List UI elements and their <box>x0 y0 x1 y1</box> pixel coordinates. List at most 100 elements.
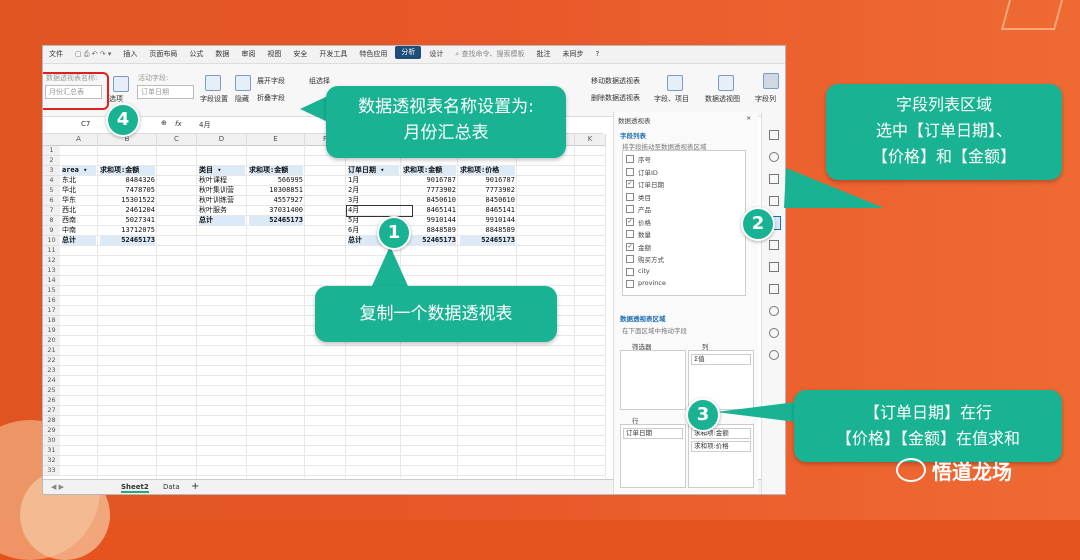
cell[interactable]: 7478705 <box>100 186 155 195</box>
field-checkbox[interactable] <box>626 167 634 176</box>
cell[interactable]: 8484326 <box>100 176 155 185</box>
delete-pivot-button[interactable]: 删除数据透视表 <box>591 93 640 103</box>
cell[interactable]: 秋叶训练营 <box>199 196 245 205</box>
field-settings-icon[interactable] <box>205 75 221 91</box>
cell[interactable]: 9016787 <box>460 176 515 185</box>
cell[interactable]: 总计 <box>62 236 96 245</box>
field-label[interactable]: 订单日期 <box>638 179 664 189</box>
hide-icon[interactable] <box>235 75 251 91</box>
field-checkbox[interactable] <box>626 205 634 213</box>
cell[interactable]: 9910144 <box>403 216 456 225</box>
field-checkbox[interactable] <box>626 230 634 238</box>
ribbon-tab[interactable]: 设计 <box>423 46 449 63</box>
cell-reference[interactable]: C7 <box>81 120 90 128</box>
cell[interactable]: 52465173 <box>249 216 303 225</box>
field-label[interactable]: 购买方式 <box>638 254 664 264</box>
group-selection-button[interactable]: 组选择 <box>309 76 330 86</box>
field-label[interactable]: 产品 <box>638 204 651 214</box>
filter-area[interactable] <box>620 350 686 410</box>
ribbon-tab[interactable]: 安全 <box>287 46 313 63</box>
cell[interactable]: 订单日期 ▾ <box>348 166 399 175</box>
fields-items-button[interactable]: 字段、项目 <box>654 94 689 104</box>
field-settings-button[interactable]: 字段设置 <box>200 94 228 104</box>
comment-button[interactable]: 批注 <box>531 46 557 63</box>
cell[interactable]: 西北 <box>62 206 96 215</box>
cell[interactable]: 秋叶服务 <box>199 206 245 215</box>
image-icon[interactable] <box>769 284 779 294</box>
cell[interactable]: 8450610 <box>403 196 456 205</box>
options-icon[interactable] <box>113 76 129 92</box>
search-box[interactable]: ⌕ 查找命令、搜索模板 <box>449 46 530 63</box>
cell[interactable]: 10308851 <box>249 186 303 195</box>
cell[interactable]: 中南 <box>62 226 96 235</box>
add-sheet-button[interactable]: + <box>191 481 199 492</box>
toolbar-quick-icons[interactable]: ▢ ⎙ ↶ ↷ ▾ <box>69 46 117 63</box>
help-circle-icon[interactable] <box>769 350 779 360</box>
close-icon[interactable]: × <box>746 114 751 122</box>
ribbon-tab[interactable]: 插入 <box>117 46 143 63</box>
cell[interactable]: area ▾ <box>62 166 96 175</box>
active-field-input[interactable]: 订单日期 <box>137 85 194 99</box>
field-label[interactable]: city <box>638 267 650 275</box>
hide-button[interactable]: 隐藏 <box>235 94 249 104</box>
cell[interactable]: 求和项:金额 <box>403 166 456 175</box>
field-checkbox[interactable] <box>626 155 634 163</box>
cursor-icon[interactable] <box>769 130 779 140</box>
cell[interactable]: 9016787 <box>403 176 456 185</box>
ribbon-tab[interactable]: 开发工具 <box>313 46 353 63</box>
move-pivot-button[interactable]: 移动数据透视表 <box>591 76 640 86</box>
cell[interactable]: 13712075 <box>100 226 155 235</box>
value-chip-price[interactable]: 求和项:价格 <box>691 441 751 452</box>
cell[interactable]: 52465173 <box>460 236 515 245</box>
pivot-chart-button[interactable]: 数据透视图 <box>705 94 740 104</box>
cell[interactable]: 8465141 <box>460 206 515 215</box>
field-checkbox[interactable]: ✓ <box>626 217 634 226</box>
field-label[interactable]: province <box>638 279 666 287</box>
pivot-chart-icon[interactable] <box>718 75 734 91</box>
sync-status[interactable]: 未同步 <box>557 46 590 63</box>
ribbon-tab[interactable]: 数据 <box>209 46 235 63</box>
cell[interactable]: 求和项:价格 <box>460 166 515 175</box>
field-label[interactable]: 序号 <box>638 154 651 164</box>
cell[interactable]: 2月 <box>348 186 399 195</box>
sheet-tab-data[interactable]: Data <box>163 483 180 491</box>
field-label[interactable]: 类目 <box>638 192 651 202</box>
cell[interactable]: 2461204 <box>100 206 155 215</box>
cell[interactable]: 秋叶集训营 <box>199 186 245 195</box>
ribbon-tab[interactable]: 审阅 <box>235 46 261 63</box>
field-checkbox[interactable] <box>626 192 634 201</box>
cell[interactable]: 西南 <box>62 216 96 225</box>
row-value-chip[interactable]: 订单日期 <box>623 428 683 439</box>
fields-items-icon[interactable] <box>667 75 683 91</box>
cell[interactable]: 求和项:金额 <box>100 166 155 175</box>
formula-value[interactable]: 4月 <box>199 120 210 130</box>
pivot-name-input[interactable]: 月份汇总表 <box>45 85 102 99</box>
cell[interactable]: 8848589 <box>460 226 515 235</box>
cell[interactable]: 52465173 <box>403 236 456 245</box>
cell[interactable]: 566995 <box>249 176 303 185</box>
sheet-nav-arrows[interactable]: ◀ ▶ <box>51 483 64 491</box>
cell[interactable]: 华北 <box>62 186 96 195</box>
shapes-icon[interactable] <box>769 152 779 162</box>
field-list-button[interactable]: 字段列 <box>755 94 776 104</box>
ribbon-tab[interactable]: 视图 <box>261 46 287 63</box>
cell[interactable]: 东北 <box>62 176 96 185</box>
cell[interactable]: 类目 ▾ <box>199 166 245 175</box>
clock-icon[interactable] <box>769 328 779 338</box>
selected-cell[interactable] <box>346 205 413 217</box>
cell[interactable]: 求和项:金额 <box>249 166 303 175</box>
history-icon[interactable] <box>769 306 779 316</box>
field-checkbox[interactable] <box>626 280 634 288</box>
cell[interactable]: 3月 <box>348 196 399 205</box>
field-checkbox[interactable]: ✓ <box>626 242 634 251</box>
cell[interactable]: 8450610 <box>460 196 515 205</box>
cell[interactable]: 37031400 <box>249 206 303 215</box>
cell[interactable]: 7773902 <box>403 186 456 195</box>
ribbon-tab[interactable]: 分析 <box>395 46 422 59</box>
field-checkbox[interactable]: ✓ <box>626 180 634 188</box>
field-list-icon[interactable] <box>763 73 779 89</box>
field-label[interactable]: 价格 <box>638 217 651 227</box>
fx-label[interactable]: fx <box>175 120 182 128</box>
cell[interactable]: 4557927 <box>249 196 303 205</box>
expand-field-button[interactable]: 展开字段 <box>257 76 285 86</box>
